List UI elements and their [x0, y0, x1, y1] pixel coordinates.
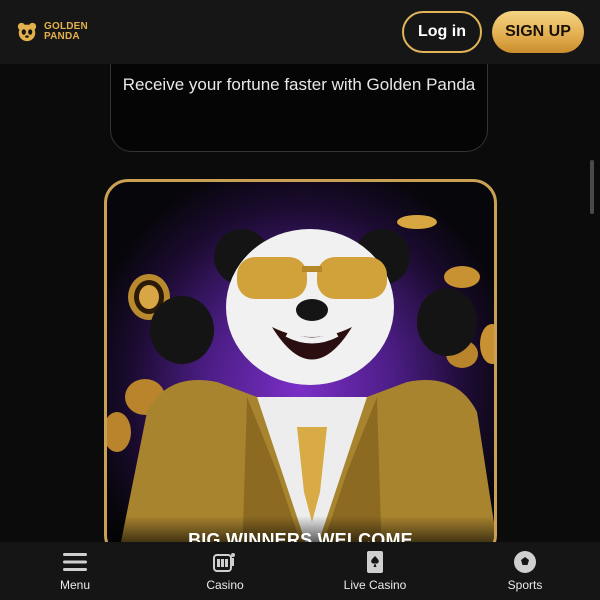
fortune-card: Receive your fortune faster with Golden …	[110, 64, 488, 152]
golden-panda-logo[interactable]: GOLDEN PANDA	[16, 21, 88, 43]
app-page: GOLDEN PANDA Log in SIGN UP Receive your…	[0, 0, 600, 600]
casino-icon	[213, 553, 235, 572]
signup-button[interactable]: SIGN UP	[492, 11, 584, 53]
top-header: GOLDEN PANDA Log in SIGN UP	[0, 0, 600, 64]
fortune-text: Receive your fortune faster with Golden …	[122, 75, 476, 94]
nav-label-menu: Menu	[59, 578, 91, 592]
nav-label-casino: Casino	[206, 578, 244, 592]
promo-title: BIG WINNERS WELCOME	[107, 516, 494, 542]
live-casino-icon	[367, 551, 383, 573]
nav-item-menu[interactable]: Menu	[0, 542, 150, 600]
main-content[interactable]: Receive your fortune faster with Golden …	[0, 64, 600, 542]
header-actions: Log in SIGN UP	[402, 11, 584, 53]
menu-icon	[63, 553, 87, 571]
nav-item-live-casino[interactable]: Live Casino	[300, 542, 450, 600]
sports-icon	[514, 551, 536, 573]
nav-item-sports[interactable]: Sports	[450, 542, 600, 600]
nav-item-casino[interactable]: Casino	[150, 542, 300, 600]
panda-mascot-image	[107, 215, 494, 542]
scrollbar-thumb[interactable]	[590, 160, 594, 214]
nav-label-live-casino: Live Casino	[343, 578, 407, 592]
logo-line-2: PANDA	[44, 31, 80, 42]
panda-logo-icon	[17, 22, 37, 42]
logo-wordmark: GOLDEN PANDA	[44, 22, 88, 42]
promo-banner[interactable]: BIG WINNERS WELCOME	[104, 179, 497, 542]
bottom-nav: Menu Casino Live Casino Sports	[0, 542, 600, 600]
nav-label-sports: Sports	[507, 578, 543, 592]
login-button[interactable]: Log in	[402, 11, 482, 53]
